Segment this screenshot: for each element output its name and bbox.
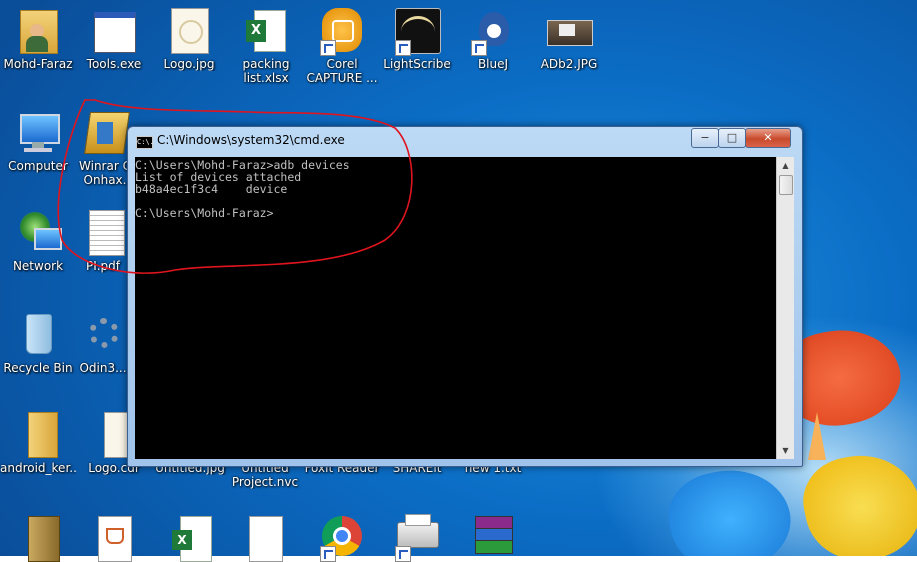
computer-icon bbox=[14, 108, 62, 156]
icon-label: packing list.xlsx bbox=[242, 57, 290, 85]
icon-label: BlueJ bbox=[477, 57, 509, 71]
desktop-icon-tools-exe[interactable]: Tools.exe bbox=[76, 6, 152, 71]
tree-decoration bbox=[808, 412, 826, 460]
desktop-icon-network[interactable]: Network bbox=[0, 208, 76, 273]
desktop-icon-lightscribe[interactable]: LightScribe bbox=[379, 6, 455, 71]
minimize-button[interactable]: − bbox=[691, 128, 719, 148]
desktop-icon-java-file[interactable] bbox=[76, 512, 152, 562]
vertical-scrollbar[interactable]: ▲ ▼ bbox=[776, 157, 794, 459]
printer-icon bbox=[393, 512, 441, 562]
scroll-thumb[interactable] bbox=[779, 175, 793, 195]
desktop-icon-chrome[interactable] bbox=[304, 512, 380, 562]
desktop-icon-packing-list[interactable]: X packing list.xlsx bbox=[228, 6, 304, 85]
console-output[interactable]: C:\Users\Mohd-Faraz>adb devices List of d… bbox=[135, 157, 776, 459]
title-bar[interactable]: C:\. C:\Windows\system32\cmd.exe − □ ✕ bbox=[128, 127, 802, 155]
desktop-icon-printer[interactable] bbox=[379, 512, 455, 562]
icon-label: Odin3... bbox=[79, 361, 127, 375]
shortcut-arrow-icon bbox=[471, 40, 487, 56]
shortcut-arrow-icon bbox=[395, 40, 411, 56]
desktop-icon-winrar[interactable]: Winrar C Onhax. bbox=[78, 108, 132, 187]
window-app-icon bbox=[90, 6, 138, 54]
icon-label: Tools.exe bbox=[86, 57, 142, 71]
shortcut-arrow-icon bbox=[320, 40, 336, 56]
windows-logo-blue bbox=[660, 458, 800, 556]
console-line: b48a4ec1f3c4 device bbox=[135, 182, 288, 196]
shortcut-arrow-icon bbox=[320, 546, 336, 562]
desktop-icon-mohd-faraz[interactable]: Mohd-Faraz bbox=[0, 6, 76, 71]
desktop-icon-android-kernel[interactable]: android_ker... bbox=[0, 410, 76, 475]
excel-file-icon: X bbox=[166, 512, 214, 562]
close-button[interactable]: ✕ bbox=[745, 128, 791, 148]
icon-label: android_ker... bbox=[0, 461, 76, 475]
desktop-icon-bluej[interactable]: BlueJ bbox=[455, 6, 531, 71]
desktop-icon-computer[interactable]: Computer bbox=[0, 108, 76, 173]
desktop-icon-excel-bottom[interactable]: X bbox=[152, 512, 228, 562]
icon-label: PI.pdf bbox=[85, 259, 121, 273]
desktop-icon-recycle-bin[interactable]: Recycle Bin bbox=[0, 310, 76, 375]
image-file-icon bbox=[545, 6, 593, 54]
image-file-icon bbox=[165, 6, 213, 54]
cmd-icon: C:\. bbox=[136, 136, 154, 149]
blank-file-icon bbox=[241, 512, 289, 562]
icon-label: ADb2.JPG bbox=[540, 57, 598, 71]
winrar-icon bbox=[469, 512, 517, 560]
scroll-down-arrow-icon[interactable]: ▼ bbox=[777, 442, 794, 459]
icon-label: Corel CAPTURE ... bbox=[306, 57, 378, 85]
desktop-icon-odin3[interactable]: Odin3... bbox=[78, 310, 128, 375]
bluej-icon bbox=[469, 6, 517, 56]
corel-capture-icon bbox=[318, 6, 366, 56]
windows-logo-yellow bbox=[795, 444, 917, 556]
icon-label: Network bbox=[12, 259, 64, 273]
recycle-bin-icon bbox=[14, 310, 62, 358]
lightscribe-icon bbox=[393, 6, 441, 56]
desktop-icon-logo-jpg[interactable]: Logo.jpg bbox=[151, 6, 227, 71]
icon-label: Winrar C Onhax. bbox=[79, 159, 131, 187]
icon-label: Computer bbox=[8, 159, 68, 173]
chrome-icon bbox=[318, 512, 366, 562]
console-line: C:\Users\Mohd-Faraz> bbox=[135, 206, 274, 220]
java-file-icon bbox=[90, 512, 138, 562]
icon-label: Recycle Bin bbox=[3, 361, 73, 375]
odin-gear-icon bbox=[79, 310, 127, 358]
desktop-icon-pi-pdf[interactable]: PI.pdf bbox=[78, 208, 128, 273]
maximize-button[interactable]: □ bbox=[718, 128, 746, 148]
icon-label: Mohd-Faraz bbox=[3, 57, 73, 71]
shortcut-arrow-icon bbox=[395, 546, 411, 562]
window-title: C:\Windows\system32\cmd.exe bbox=[157, 133, 345, 147]
winrar-icon bbox=[81, 108, 130, 156]
desktop-icon-folder-bottom[interactable] bbox=[0, 512, 76, 562]
cmd-window[interactable]: C:\. C:\Windows\system32\cmd.exe − □ ✕ C… bbox=[127, 126, 803, 467]
folder-icon bbox=[14, 410, 62, 458]
folder-icon bbox=[14, 512, 62, 562]
icon-label: Logo.jpg bbox=[163, 57, 215, 71]
desktop-icon-blank-file[interactable] bbox=[227, 512, 303, 562]
pdf-file-icon bbox=[79, 208, 127, 256]
scroll-up-arrow-icon[interactable]: ▲ bbox=[777, 157, 794, 174]
excel-file-icon: X bbox=[242, 6, 290, 54]
user-folder-icon bbox=[14, 6, 62, 54]
desktop-icon-winrar-bottom[interactable] bbox=[455, 512, 531, 560]
network-icon bbox=[14, 208, 62, 256]
desktop-icon-adb2-jpg[interactable]: ADb2.JPG bbox=[531, 6, 607, 71]
desktop-icon-corel-capture[interactable]: Corel CAPTURE ... bbox=[304, 6, 380, 85]
icon-label: LightScribe bbox=[383, 57, 451, 71]
